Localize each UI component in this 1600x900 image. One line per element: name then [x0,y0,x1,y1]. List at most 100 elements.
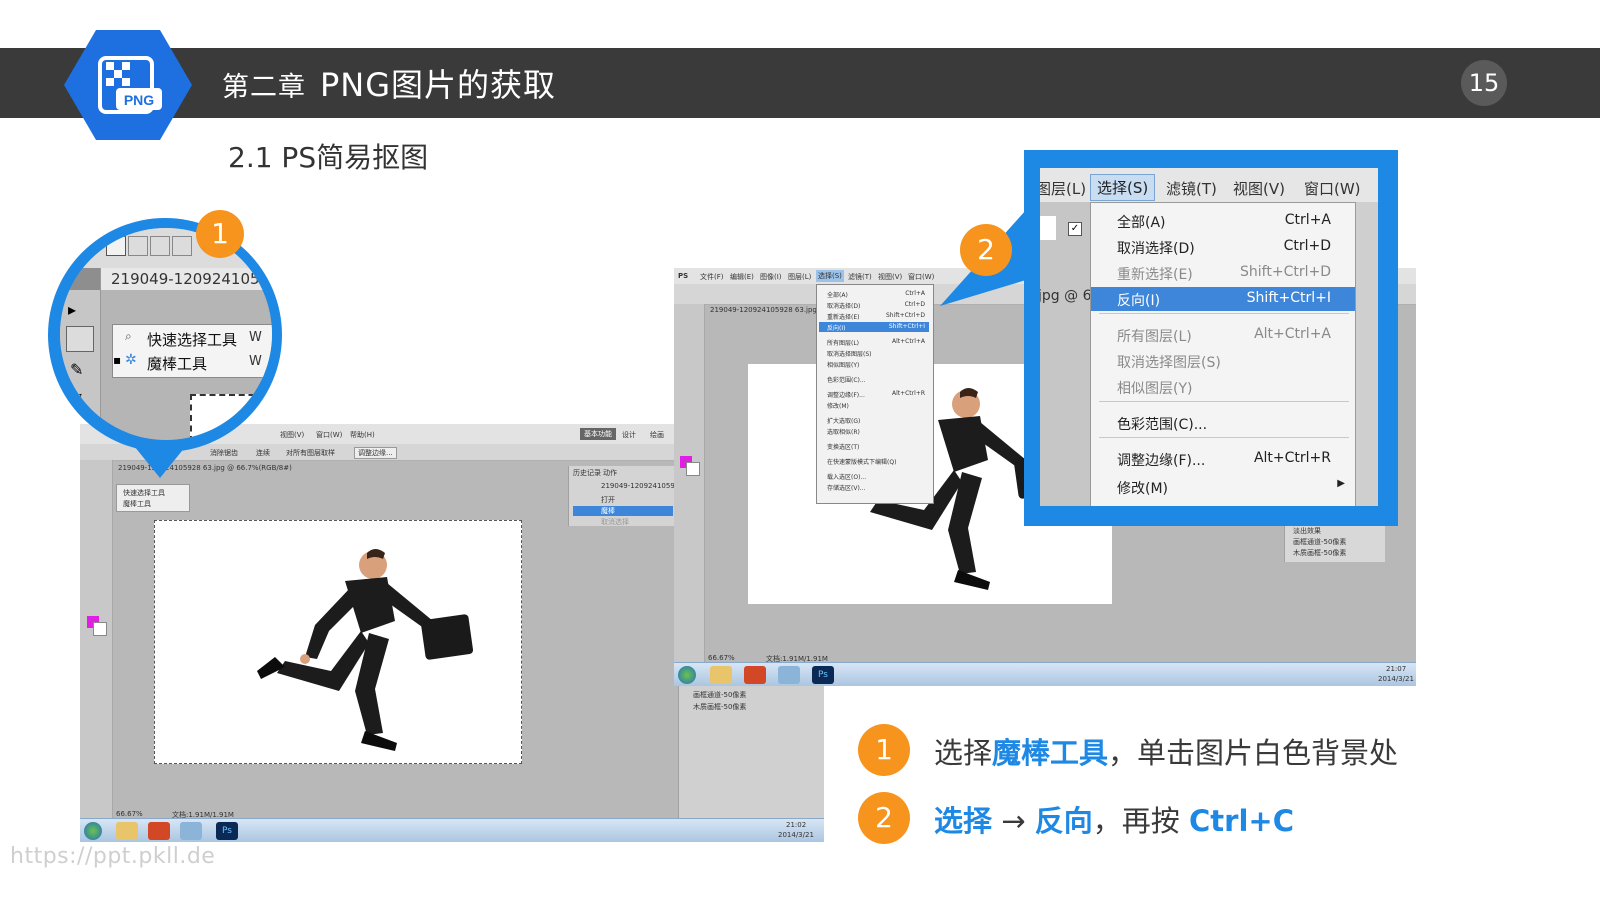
menu-item-8[interactable]: 色彩范围(C)... [1091,411,1355,435]
mini-menu-item[interactable]: 取消选择图层(S) [819,348,929,358]
menu-separator [1099,313,1349,314]
mini-menu-item[interactable]: 变换选区(T) [819,441,929,451]
menu-edit[interactable]: 编辑(E) [730,272,754,282]
powerpoint-taskbar-icon[interactable] [148,822,170,840]
stamp-icon[interactable]: ✍ [70,420,83,439]
workspace-essentials[interactable]: 基本功能 [580,428,616,440]
menu-filter[interactable]: 滤镜(T) [1166,178,1217,199]
mini-menu-item[interactable]: 存储选区(V)... [819,482,929,492]
mini-menu-item[interactable]: 色彩范围(C)... [819,374,929,384]
action-item[interactable]: 木质画框-50像素 [1293,548,1346,558]
menu-layer[interactable]: 图层(L) [788,272,811,282]
mini-menu-item[interactable]: 重新选择(E) Shift+Ctrl+D [819,311,929,321]
contiguous-option[interactable]: 连续 [256,448,270,458]
menu-item-shortcut: Ctrl+D [1283,238,1331,254]
background-color-swatch[interactable] [686,462,700,476]
mini-menu-item[interactable]: 所有图层(L) Alt+Ctrl+A [819,337,929,347]
document-tab[interactable]: 219049-120924105928 [111,270,272,288]
menu-item-3[interactable]: 重新选择(E) Shift+Ctrl+D [1091,261,1355,285]
photoshop-taskbar-icon[interactable]: Ps [216,822,238,840]
action-item[interactable]: 画框通道-50像素 [1293,537,1346,547]
menu-view[interactable]: 视图(V) [1233,178,1285,199]
menu-select[interactable]: 选择(S) [1090,174,1156,201]
menu-item-4[interactable]: 反向(I) Shift+Ctrl+I [1091,287,1355,311]
menu-file[interactable]: 文件(F) [700,272,724,282]
menu-item-5[interactable]: 所有图层(L) Alt+Ctrl+A [1091,323,1355,347]
menu-item-9[interactable]: 调整边缘(F)... Alt+Ctrl+R [1091,447,1355,471]
antialias-option[interactable]: 消除锯齿 [210,448,238,458]
magic-wand-tool-item[interactable]: ▪ ✲ 魔棒工具 W [113,351,272,373]
mini-menu-item[interactable]: 调整边缘(F)... Alt+Ctrl+R [819,389,929,399]
menu-item-7[interactable]: 相似图层(Y) [1091,375,1355,399]
document-canvas[interactable] [154,520,522,764]
tolerance-value[interactable]: 32 [260,238,272,254]
workspace-painting[interactable]: 绘画 [650,430,664,440]
quick-selection-tool-item[interactable]: ⌕ 快速选择工具 W [113,327,272,349]
menu-item-label: 调整边缘(F)... [1117,453,1206,469]
sample-all-layers-option[interactable]: 对所有图层取样 [286,448,335,458]
menu-filter[interactable]: 滤镜(T) [848,272,872,282]
mini-menu-item[interactable]: 取消选择(D) Ctrl+D [819,300,929,310]
step-1-text: 选择魔棒工具，单击图片白色背景处 [934,736,1399,770]
menu-item-label: 取消选择(D) [1117,241,1195,257]
magic-wand-tool-icon[interactable] [66,326,94,352]
action-item[interactable]: 画框通道-50像素 [693,690,746,700]
quick-selection-tool-item[interactable]: 快速选择工具 [123,488,165,498]
actions-panel: 淡出效果 画框通道-50像素 木质画框-50像素 [678,674,824,818]
menu-item-1[interactable]: 全部(A) Ctrl+A [1091,209,1355,233]
menu-item-2[interactable]: 取消选择(D) Ctrl+D [1091,235,1355,259]
move-tool-icon[interactable]: ▸ [68,300,76,319]
mini-menu-item[interactable]: 载入选区(O)... [819,471,929,481]
explorer-taskbar-icon[interactable] [710,666,732,684]
brush-icon[interactable]: ✐ [70,390,83,409]
menu-item-10[interactable]: 修改(M) ▶ [1091,475,1355,499]
explorer-taskbar-icon[interactable] [116,822,138,840]
mini-menu-label: 调整边缘(F)... [827,392,865,399]
subtract-selection-icon[interactable] [150,236,170,256]
menu-item-6[interactable]: 取消选择图层(S) [1091,349,1355,373]
app-taskbar-icon[interactable] [778,666,800,684]
zoom-callout-tool-panel: 32 219049-120924105928 ▸ ✎ ✐ ✍ ⌕ 快速选择工具 … [60,228,272,440]
checkbox-icon[interactable]: ✓ [1068,222,1082,236]
history-item-selected[interactable]: 魔棒 [573,506,673,516]
powerpoint-taskbar-icon[interactable] [744,666,766,684]
action-item[interactable]: 木质画框-50像素 [693,702,746,712]
intersect-selection-icon[interactable] [172,236,192,256]
menu-layer[interactable]: 图层(L) [1040,178,1086,199]
mini-menu-item[interactable]: 修改(M) [819,400,929,410]
menu-image[interactable]: 图像(I) [760,272,782,282]
menu-select[interactable]: 选择(S) [816,270,844,282]
action-item[interactable]: 淡出效果 [1293,526,1321,536]
history-item[interactable]: 打开 [601,495,615,505]
menu-window[interactable]: 窗口(W) [1304,178,1361,199]
mini-menu-shortcut: Shift+Ctrl+I [888,323,925,330]
mini-menu-item[interactable]: 全部(A) Ctrl+A [819,289,929,299]
menu-view[interactable]: 视图(V) [878,272,902,282]
actions-tab[interactable]: 动作 [603,468,617,478]
behind-menu-area: ✓ jpg @ 6 [1040,202,1091,506]
add-selection-icon[interactable] [128,236,148,256]
mini-menu-item[interactable]: 在快速蒙版模式下编辑(Q) [819,456,929,466]
refine-edge-button[interactable]: 调整边缘... [354,447,397,459]
new-selection-icon[interactable] [106,236,126,256]
menu-help[interactable]: 帮助(H) [350,430,375,440]
menu-window[interactable]: 窗口(W) [316,430,342,440]
windows-taskbar: Ps 21:02 2014/3/21 [80,818,824,842]
magic-wand-tool-item[interactable]: 魔棒工具 [123,499,151,509]
menu-view[interactable]: 视图(V) [280,430,304,440]
history-item[interactable]: 取消选择 [601,517,629,527]
mini-menu-item[interactable]: 选取相似(R) [819,426,929,436]
background-color-swatch[interactable] [93,622,107,636]
mini-menu-item[interactable]: 反向(I) Shift+Ctrl+I [819,322,929,332]
app-taskbar-icon[interactable] [180,822,202,840]
start-button[interactable] [678,666,696,684]
photoshop-taskbar-icon[interactable]: Ps [812,666,834,684]
start-button[interactable] [84,822,102,840]
workspace-design[interactable]: 设计 [622,430,636,440]
eyedropper-icon[interactable]: ✎ [70,360,83,379]
mini-menu-item[interactable]: 扩大选取(G) [819,415,929,425]
mini-menu-item[interactable]: 相似图层(Y) [819,359,929,369]
mini-menu-shortcut: Ctrl+D [904,301,925,308]
history-tab[interactable]: 历史记录 [573,468,601,478]
chapter-title: 第二章 PNG图片的获取 [222,66,557,104]
